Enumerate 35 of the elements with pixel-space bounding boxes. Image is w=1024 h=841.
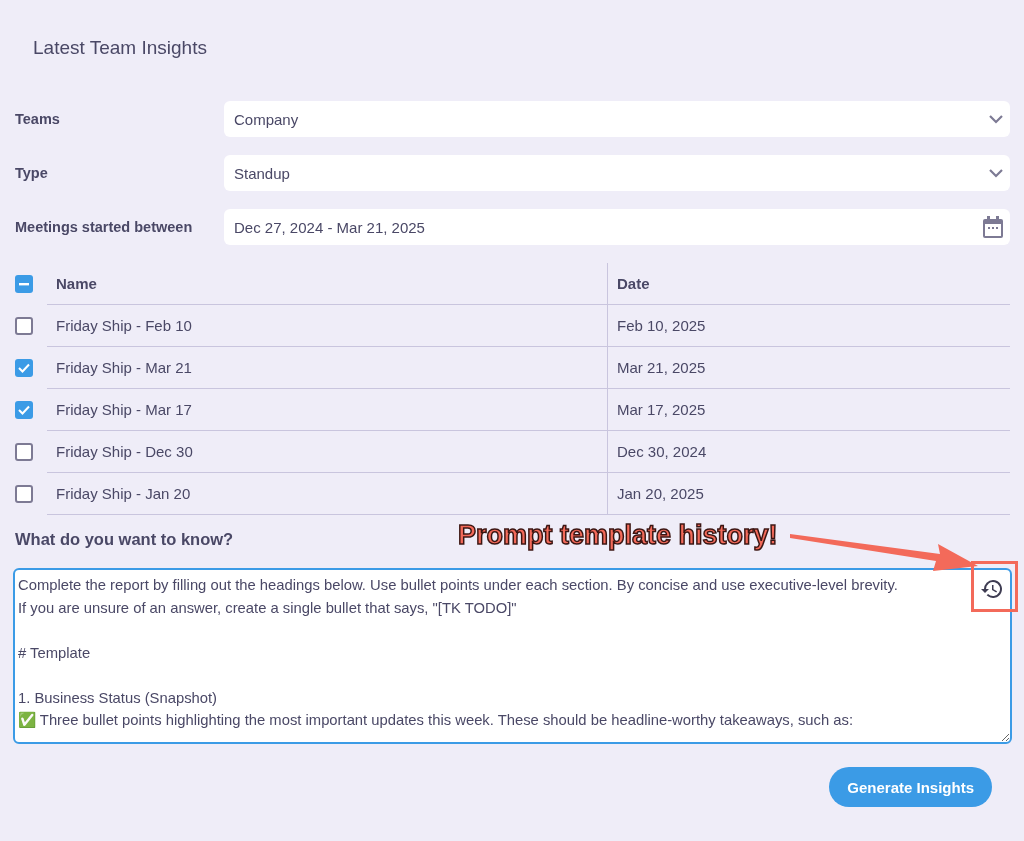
table-cell: Jan 20, 2025	[607, 473, 1010, 515]
checkbox[interactable]	[15, 275, 33, 293]
table-cell: Dec 30, 2024	[607, 431, 1010, 473]
chevron-down-icon	[988, 114, 1004, 124]
checkbox[interactable]	[15, 317, 33, 335]
calendar-icon	[982, 215, 1004, 239]
checkbox[interactable]	[15, 485, 33, 503]
select-field[interactable]: Standup	[224, 155, 1010, 191]
table-cell: Friday Ship - Mar 21	[47, 347, 607, 389]
history-icon[interactable]	[980, 577, 1004, 601]
page-title: Latest Team Insights	[32, 36, 208, 60]
check-icon	[18, 363, 30, 373]
check-icon	[18, 405, 30, 415]
select-field[interactable]: Company	[224, 101, 1010, 137]
question-label: What do you want to know?	[15, 530, 234, 550]
table-cell: Friday Ship - Feb 10	[47, 305, 607, 347]
prompt-text-area[interactable]: Complete the report by filling out the headings below. Use bullet points under each section. By concise and use executive-level brevity. If you are unsure of an answer, create a single bullet that says, "[TK TODO]" # Template 1. Business Status (Snapshot) ✅ Three bullet points highlighting the most important updates this week. These should be headline-worthy takeaways, such as:	[13, 568, 1012, 744]
table-cell: Friday Ship - Jan 20	[47, 473, 607, 515]
field-label: Type	[15, 165, 49, 181]
table-cell: Mar 21, 2025	[607, 347, 1010, 389]
checkbox[interactable]	[15, 401, 33, 419]
table-cell: Feb 10, 2025	[607, 305, 1010, 347]
annotation-text: Prompt template history!	[458, 520, 778, 551]
column-header: Name	[47, 263, 607, 305]
table-cell: Mar 17, 2025	[607, 389, 1010, 431]
chevron-down-icon	[988, 168, 1004, 178]
checkbox[interactable]	[15, 359, 33, 377]
minus-icon	[19, 282, 29, 286]
field-label: Meetings started between	[15, 219, 194, 235]
column-header: Date	[607, 263, 1010, 305]
date-range-field[interactable]: Dec 27, 2024 - Mar 21, 2025	[224, 209, 1010, 245]
field-label: Teams	[15, 111, 61, 127]
table-cell: Friday Ship - Dec 30	[47, 431, 607, 473]
table-cell: Friday Ship - Mar 17	[47, 389, 607, 431]
checkbox[interactable]	[15, 443, 33, 461]
